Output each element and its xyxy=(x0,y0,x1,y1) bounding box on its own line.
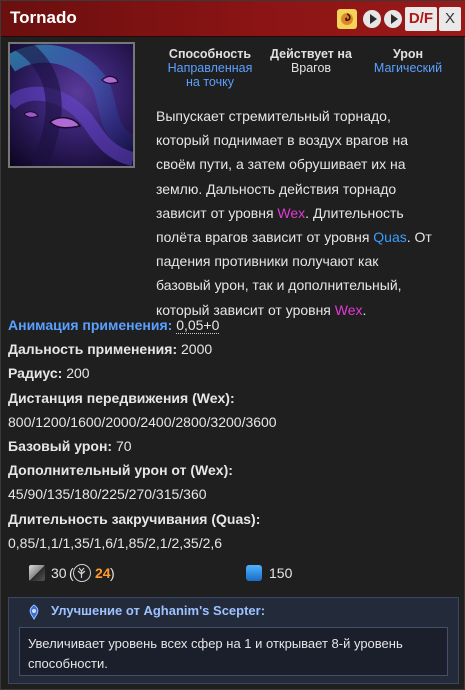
radius-label: Радиус: xyxy=(8,365,63,382)
talent-cooldown-value: 24 xyxy=(95,565,111,581)
desc-line: зависит от уровня Wex. Длительность xyxy=(156,204,404,221)
wex-keyword: Wex xyxy=(195,462,224,479)
cast-range-label: Дальность применения: xyxy=(8,341,178,358)
lift-duration-label-row: Длительность закручивания (Quas): xyxy=(8,510,261,527)
base-damage-value: 70 xyxy=(115,438,132,455)
ability-attributes: Анимация применения: 0,05+0 Дальность пр… xyxy=(8,313,458,555)
play-icon[interactable] xyxy=(384,10,402,28)
wex-keyword: Wex xyxy=(277,204,306,221)
tornado-ability-icon xyxy=(8,42,135,168)
cooldown-icon xyxy=(29,565,45,581)
talent-tree-icon[interactable] xyxy=(73,564,91,582)
ability-tooltip: Tornado D/F X Способность Направленная н… xyxy=(0,0,465,690)
damage-type-stat: Урон Магический xyxy=(353,47,463,75)
affects-value: Врагов xyxy=(290,61,332,75)
quas-keyword: Quas xyxy=(216,510,252,527)
mana-cost-value: 150 xyxy=(269,565,293,581)
radius-row: Радиус: 200 xyxy=(8,361,458,385)
aghanim-scepter-icon xyxy=(27,604,41,620)
desc-line: полёта врагов зависит от уровня Quas. От xyxy=(156,229,432,246)
cast-range-value: 2000 xyxy=(181,341,213,358)
close-button[interactable]: X xyxy=(439,7,461,31)
desc-line: базовый урон, так и дополнительный, xyxy=(156,277,402,294)
damage-type-label: Урон xyxy=(392,47,424,61)
desc-line: землю. Дальность действия торнадо xyxy=(156,180,397,197)
tooltip-header: Tornado D/F X xyxy=(1,1,465,37)
travel-distance-values: 800/1200/1600/2000/2400/2800/3200/3600 xyxy=(8,413,277,430)
cast-animation-value[interactable]: 0,05+0 xyxy=(176,317,220,334)
radius-value: 200 xyxy=(66,365,90,382)
cast-animation-row: Анимация применения: 0,05+0 xyxy=(8,313,458,337)
extra-damage-label-row: Дополнительный урон от (Wex): xyxy=(8,462,233,479)
extra-damage-values: 45/90/135/180/225/270/315/360 xyxy=(8,486,207,503)
ability-description: Выпускает стремительный торнадо, который… xyxy=(156,104,456,322)
aghanim-scepter-section: Улучшение от Aghanim's Scepter: Увеличив… xyxy=(8,597,459,684)
desc-line: падения противники получают как xyxy=(156,253,379,270)
cooldown-value: 30 xyxy=(51,565,67,581)
hotkey-icon[interactable] xyxy=(337,9,357,29)
mana-icon xyxy=(246,565,262,581)
ability-title: Tornado xyxy=(10,8,77,27)
cast-animation-label[interactable]: Анимация применения: xyxy=(8,317,172,333)
cost-row: 30 ( 24 ) 150 xyxy=(1,563,465,585)
affects-stat: Действует на Врагов xyxy=(263,47,359,75)
play-icon[interactable] xyxy=(363,10,381,28)
wex-keyword: Wex xyxy=(196,389,226,406)
travel-distance-label-row: Дистанция передвижения (Wex): xyxy=(8,389,235,406)
damage-type-value: Магический xyxy=(373,61,443,75)
ability-type-stat: Способность Направленная на точку xyxy=(153,47,267,89)
desc-line: который поднимает в воздух врагов на xyxy=(156,132,409,149)
lift-duration-values: 0,85/1,1/1,35/1,6/1,85/2,1/2,35/2,6 xyxy=(8,534,223,551)
cast-range-row: Дальность применения: 2000 xyxy=(8,337,458,361)
df-toggle-button[interactable]: D/F xyxy=(405,7,437,31)
aghanim-title: Улучшение от Aghanim's Scepter: xyxy=(51,603,266,618)
affects-label: Действует на xyxy=(270,47,352,61)
ability-type-value: Направленная на точку xyxy=(167,61,253,89)
desc-line: Выпускает стремительный торнадо, xyxy=(156,108,391,124)
ability-type-label: Способность xyxy=(168,47,252,61)
aghanim-description: Увеличивает уровень всех сфер на 1 и отк… xyxy=(19,627,448,676)
quas-keyword: Quas xyxy=(373,229,407,246)
base-damage-label: Базовый урон: xyxy=(8,438,113,455)
desc-line: своём пути, а затем обрушивает их на xyxy=(156,156,406,173)
base-damage-row: Базовый урон: 70 xyxy=(8,434,458,458)
